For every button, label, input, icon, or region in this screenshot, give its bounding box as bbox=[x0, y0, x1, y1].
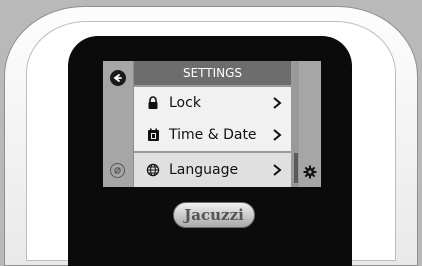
brand-logo: Jacuzzi bbox=[173, 202, 255, 228]
screen-title: SETTINGS bbox=[134, 61, 291, 85]
lighting-button[interactable] bbox=[110, 163, 125, 178]
left-button-strip bbox=[103, 61, 134, 187]
gear-icon bbox=[303, 165, 317, 179]
menu-item-lock[interactable]: Lock bbox=[134, 87, 291, 119]
display-screen: SETTINGS Lock Time & Date Language bbox=[103, 61, 321, 187]
calendar-icon bbox=[143, 128, 163, 142]
menu-item-time-date[interactable]: Time & Date bbox=[134, 119, 291, 151]
menu-item-language[interactable]: Language bbox=[134, 153, 291, 187]
chevron-right-icon bbox=[267, 128, 287, 142]
back-button[interactable] bbox=[110, 70, 126, 86]
lighting-icon bbox=[114, 167, 121, 174]
globe-icon bbox=[143, 163, 163, 177]
menu-item-label: Language bbox=[169, 162, 239, 178]
chevron-right-icon bbox=[267, 96, 287, 110]
menu-item-label: Time & Date bbox=[169, 127, 257, 143]
settings-button[interactable] bbox=[302, 164, 318, 180]
back-arrow-icon bbox=[113, 74, 122, 82]
lock-icon bbox=[143, 96, 163, 110]
menu-item-label: Lock bbox=[169, 95, 201, 111]
chevron-right-icon bbox=[267, 163, 287, 177]
scrollbar[interactable] bbox=[294, 153, 298, 183]
right-button-strip bbox=[299, 61, 321, 187]
